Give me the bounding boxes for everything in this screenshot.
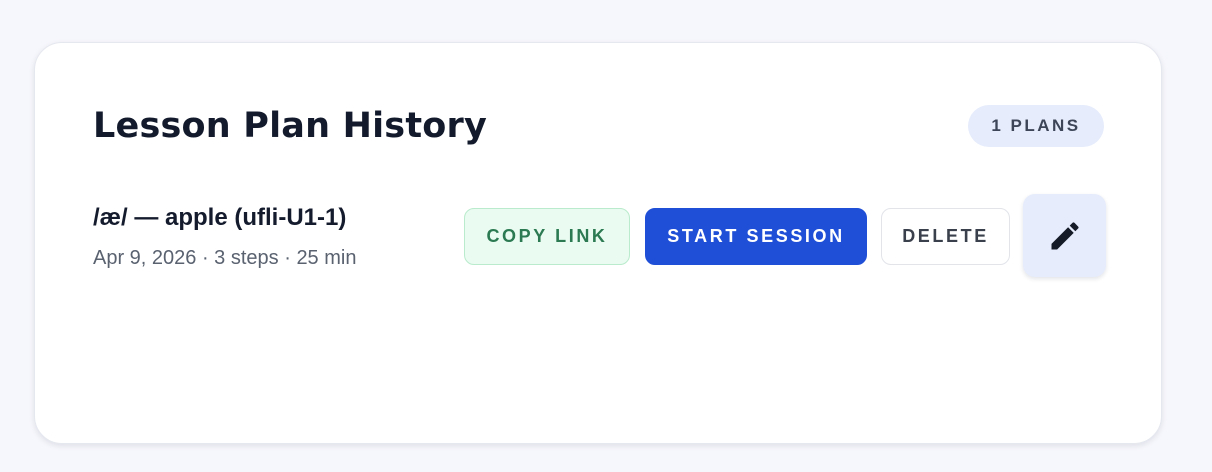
page-title: Lesson Plan History (93, 106, 487, 146)
plan-meta: Apr 9, 2026 · 3 steps · 25 min (93, 247, 357, 269)
copy-link-button[interactable]: COPY LINK (464, 208, 630, 265)
plan-count-badge: 1 PLANS (968, 105, 1104, 147)
lesson-plan-history-card: Lesson Plan History 1 PLANS /æ/ — apple … (34, 42, 1162, 444)
edit-button[interactable] (1023, 194, 1106, 277)
pencil-icon (1051, 221, 1079, 249)
delete-button[interactable]: DELETE (881, 208, 1010, 265)
start-session-button[interactable]: START SESSION (645, 208, 867, 265)
plan-title: /æ/ — apple (ufli-U1-1) (93, 204, 347, 231)
